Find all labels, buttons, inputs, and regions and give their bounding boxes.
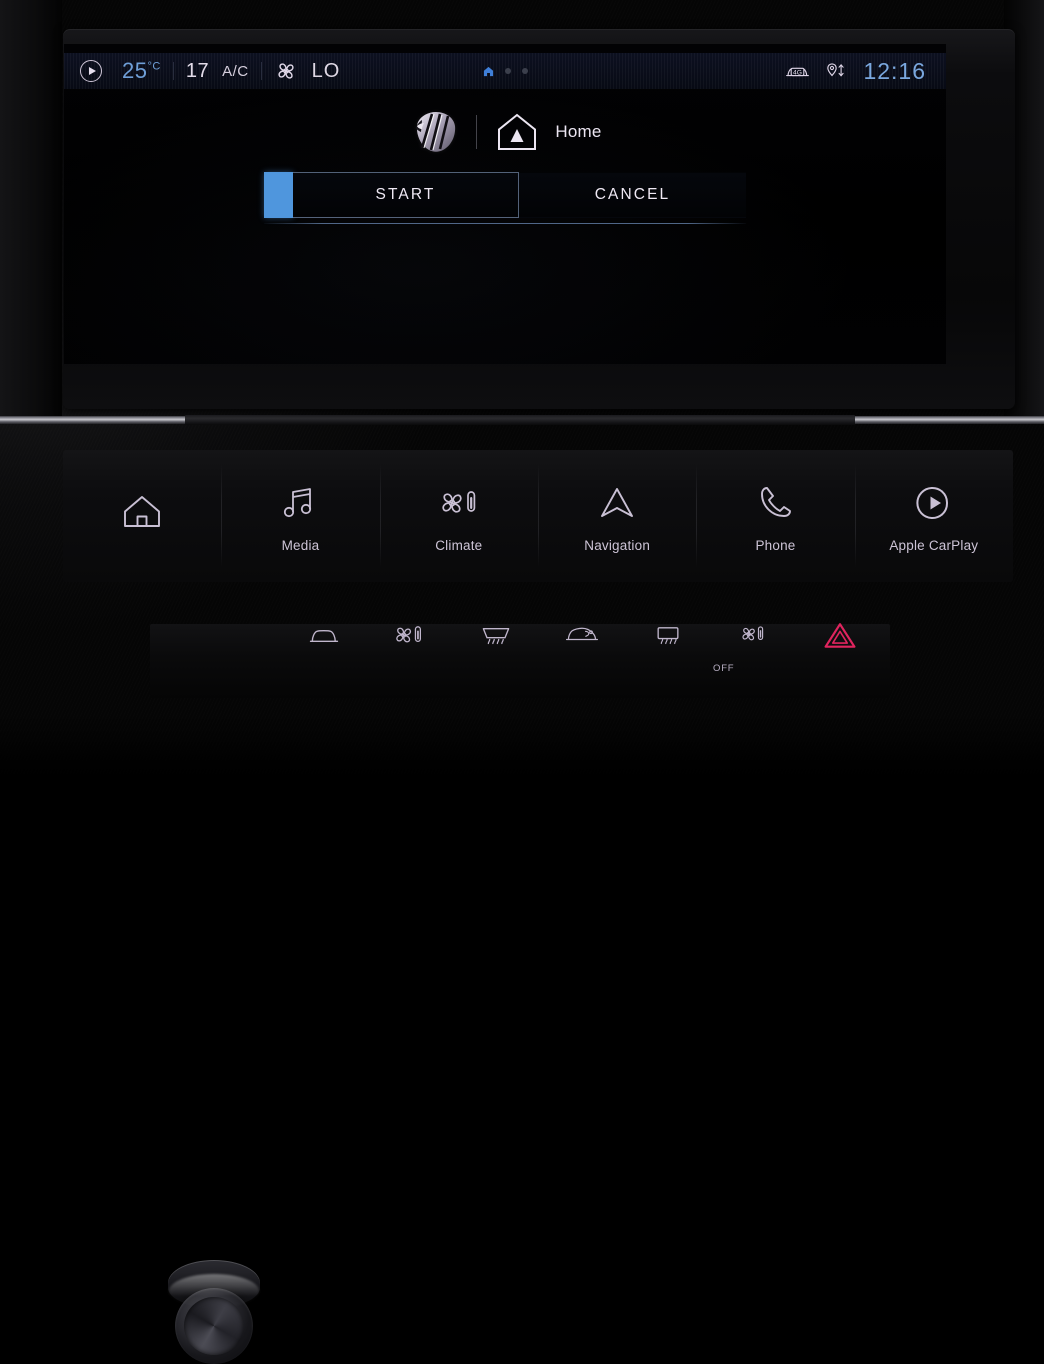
button-row-underline: [264, 223, 746, 224]
peugeot-lion-logo: [408, 106, 464, 158]
toolbar-label-navigation: Navigation: [584, 538, 651, 553]
toolbar-item-navigation[interactable]: Navigation: [537, 450, 696, 582]
page-dot-2[interactable]: [504, 68, 511, 74]
hardware-button-climate-off[interactable]: OFF: [713, 612, 795, 710]
hardware-button-front-defrost[interactable]: [455, 612, 537, 710]
hardware-button-rear-defrost[interactable]: [627, 612, 709, 710]
destination-label: Home: [555, 122, 602, 141]
svg-text:4G: 4G: [793, 69, 802, 76]
toolbar-item-apple-carplay[interactable]: Apple CarPlay: [854, 450, 1013, 582]
fan-thermometer-icon: [435, 479, 483, 527]
air-recirculation-icon: [283, 612, 365, 658]
toolbar-item-media[interactable]: Media: [221, 450, 379, 582]
toolbar-item-phone[interactable]: Phone: [696, 450, 854, 582]
music-note-icon: [279, 479, 321, 527]
hardware-label-climate-off: OFF: [713, 663, 735, 674]
widget-divider: [476, 115, 478, 149]
location-pin-arrows-icon[interactable]: [824, 61, 850, 81]
rear-defrost-icon: [627, 612, 709, 658]
chrome-trim-strip: [0, 412, 1044, 428]
page-dot-3[interactable]: [521, 68, 528, 74]
hardware-button-bank: OFF: [0, 612, 1044, 1364]
toolbar-label-climate: Climate: [435, 538, 483, 553]
widget-header: Home: [408, 106, 601, 158]
climate-off-icon: [713, 612, 795, 658]
carplay-icon: [912, 479, 956, 527]
home-icon: [120, 487, 164, 535]
status-bar: 25°C 17 A/C LO 4G 12:16: [64, 53, 946, 89]
toolbar-label-phone: Phone: [755, 538, 796, 553]
start-accent-bar: [264, 172, 293, 218]
front-defrost-icon: [455, 612, 537, 658]
infotainment-screen[interactable]: 25°C 17 A/C LO 4G 12:16 Home START CANCE…: [64, 44, 946, 364]
home-house-nav-icon[interactable]: [494, 110, 540, 154]
hardware-button-air-recirculation[interactable]: [283, 612, 365, 710]
cancel-button[interactable]: CANCEL: [519, 172, 746, 218]
page-dot-home-active[interactable]: [483, 66, 494, 77]
toolbar-item-home[interactable]: [63, 450, 221, 582]
hardware-buttons: OFF: [283, 612, 883, 710]
clock: 12:16: [863, 57, 926, 84]
toolbar-item-climate[interactable]: Climate: [379, 450, 538, 582]
trim-center-dark: [185, 415, 855, 425]
action-button-row: START CANCEL: [264, 172, 746, 218]
car-4g-icon[interactable]: 4G: [784, 62, 811, 81]
navigation-widget: Home START CANCEL: [64, 106, 946, 224]
hardware-button-climate-fan[interactable]: [369, 612, 451, 710]
navigation-arrow-icon: [595, 479, 639, 527]
toolbar-label-apple-carplay: Apple CarPlay: [889, 538, 979, 553]
fan-thermometer-icon: [369, 612, 451, 658]
start-button[interactable]: START: [293, 172, 519, 218]
volume-knob[interactable]: [175, 1288, 253, 1364]
shortcut-toolbar: Media Climate Navigation Phone Apple Car…: [63, 450, 1013, 582]
hardware-button-hazard[interactable]: [799, 612, 881, 710]
toolbar-label-media: Media: [281, 538, 320, 553]
hardware-button-rear-air[interactable]: [541, 612, 623, 710]
hazard-triangle-icon: [799, 612, 881, 658]
phone-handset-icon: [754, 479, 796, 527]
dashboard-left-trim: [0, 0, 62, 420]
status-bar-right: 4G 12:16: [784, 58, 946, 85]
rear-air-icon: [541, 612, 623, 658]
